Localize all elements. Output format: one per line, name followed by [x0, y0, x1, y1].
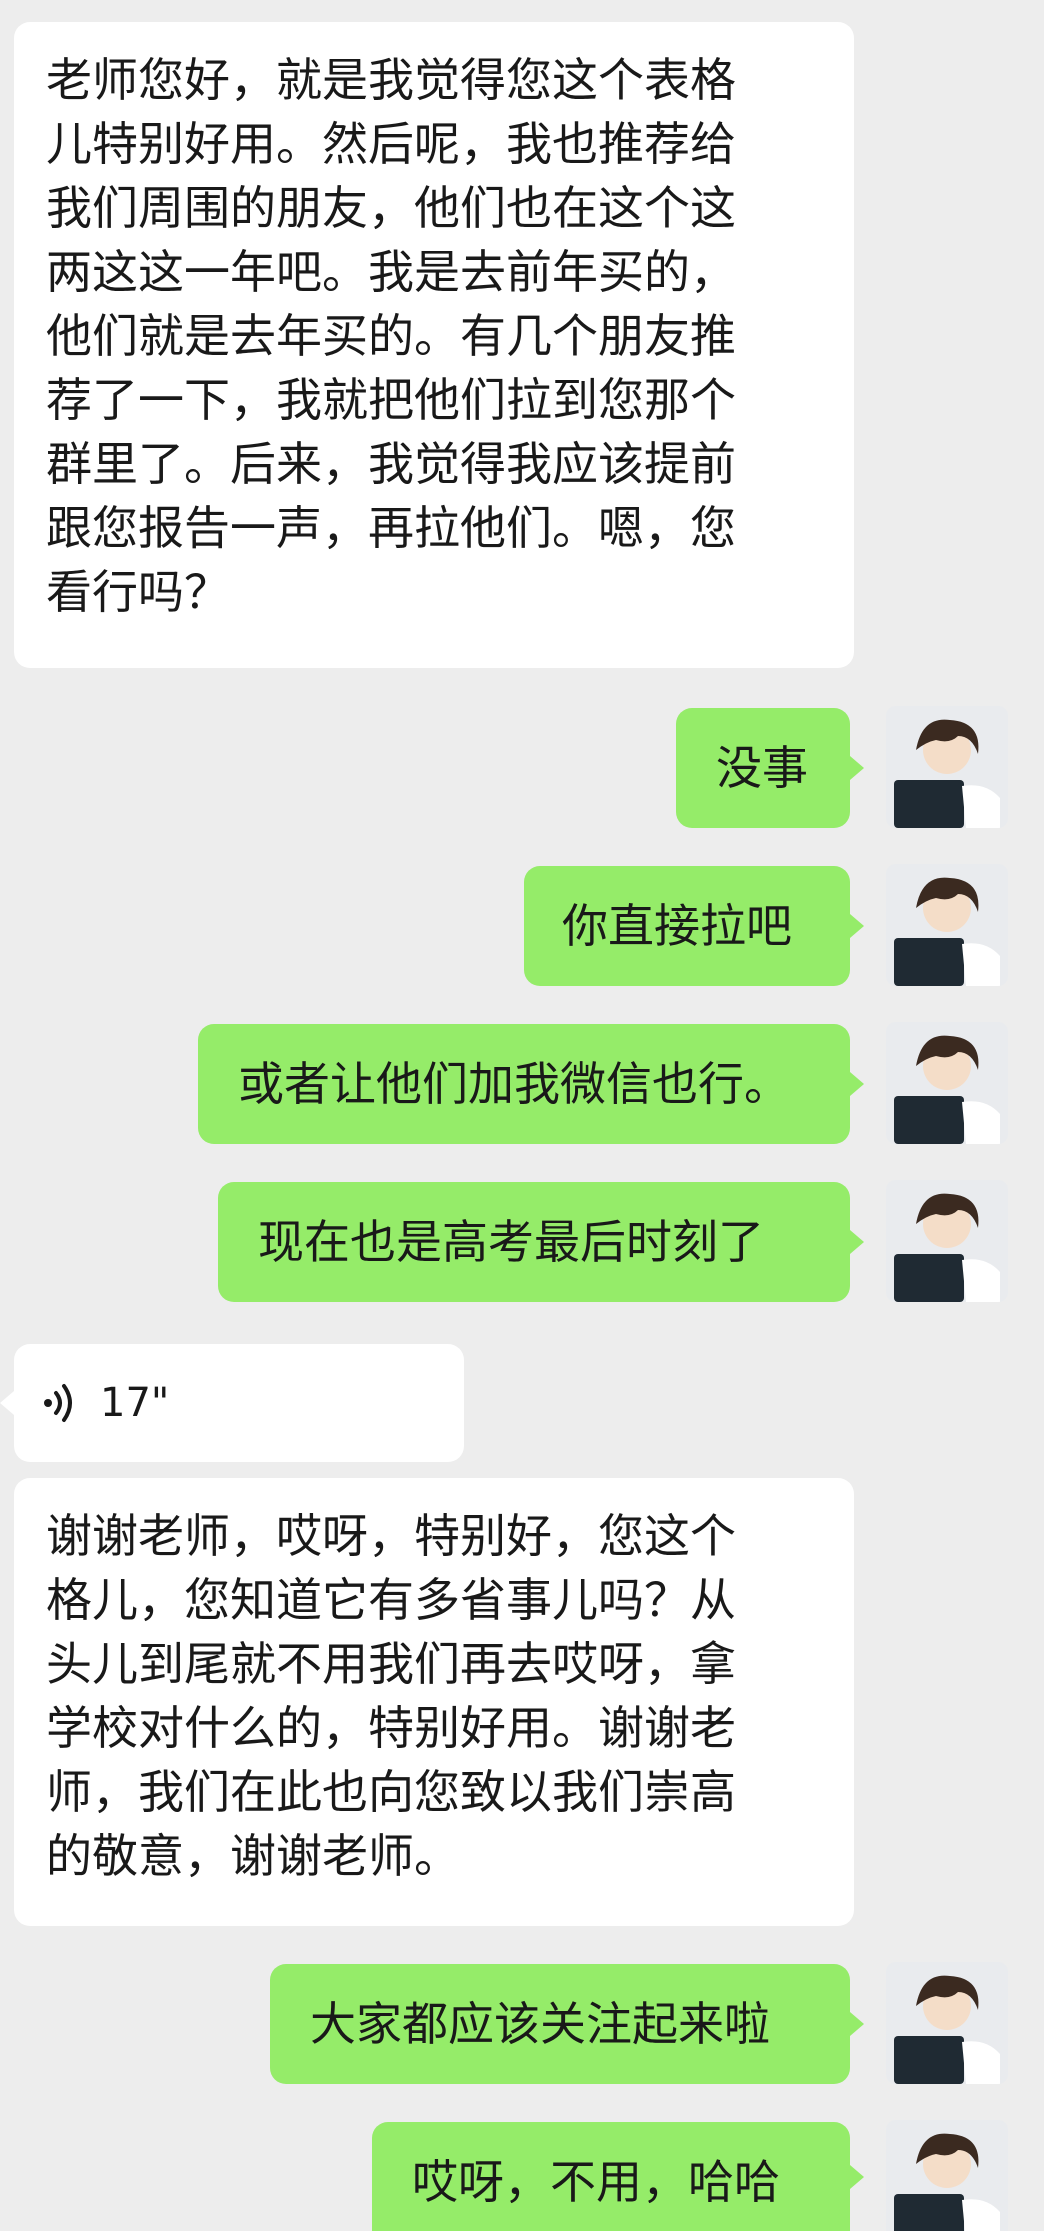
- message-bubble[interactable]: 现在也是高考最后时刻了: [218, 1182, 850, 1302]
- user-avatar-icon[interactable]: [886, 1962, 1008, 2084]
- user-avatar-icon[interactable]: [886, 706, 1008, 828]
- message-text: 你直接拉吧: [562, 899, 792, 953]
- message-bubble[interactable]: 或者让他们加我微信也行。: [198, 1024, 850, 1144]
- message-bubble[interactable]: 大家都应该关注起来啦: [270, 1964, 850, 2084]
- message-text: 或者让他们加我微信也行。: [238, 1057, 790, 1111]
- chat-area[interactable]: 老师您好，就是我觉得您这个表格 儿特别好用。然后呢，我也推荐给 我们周围的朋友，…: [0, 0, 1044, 2231]
- message-text: 大家都应该关注起来啦: [310, 1997, 770, 2051]
- message-bubble[interactable]: 没事: [676, 708, 850, 828]
- message-text: 谢谢老师，哎呀，特别好，您这个 格儿，您知道它有多省事儿吗？从 头儿到尾就不用我…: [46, 1509, 736, 1883]
- message-bubble[interactable]: 你直接拉吧: [524, 866, 850, 986]
- message-text: 没事: [716, 741, 808, 795]
- message-text: 现在也是高考最后时刻了: [258, 1215, 764, 1269]
- message-bubble[interactable]: 谢谢老师，哎呀，特别好，您这个 格儿，您知道它有多省事儿吗？从 头儿到尾就不用我…: [14, 1478, 854, 1926]
- voice-duration: 17": [100, 1380, 170, 1426]
- message-text: 老师您好，就是我觉得您这个表格 儿特别好用。然后呢，我也推荐给 我们周围的朋友，…: [46, 53, 736, 619]
- message-bubble[interactable]: 老师您好，就是我觉得您这个表格 儿特别好用。然后呢，我也推荐给 我们周围的朋友，…: [14, 22, 854, 668]
- voice-wave-icon: [44, 1384, 72, 1422]
- message-text: 哎呀，不用，哈哈: [412, 2155, 780, 2209]
- voice-message-bubble[interactable]: 17": [14, 1344, 464, 1462]
- message-bubble[interactable]: 哎呀，不用，哈哈: [372, 2122, 850, 2231]
- user-avatar-icon[interactable]: [886, 1022, 1008, 1144]
- user-avatar-icon[interactable]: [886, 864, 1008, 986]
- user-avatar-icon[interactable]: [886, 1180, 1008, 1302]
- user-avatar-icon[interactable]: [886, 2120, 1008, 2231]
